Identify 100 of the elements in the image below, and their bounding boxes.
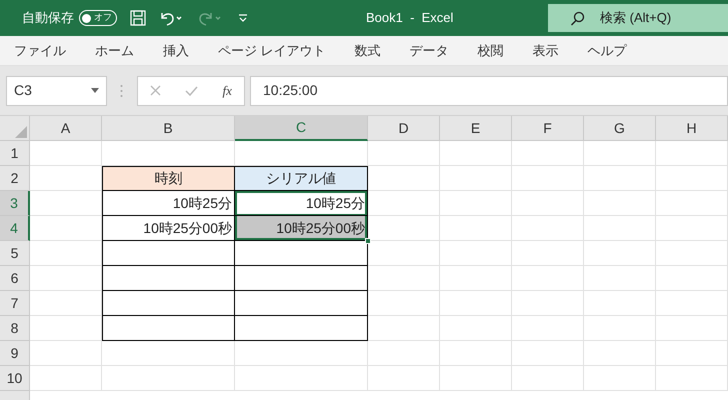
- row-header[interactable]: 4: [0, 216, 30, 241]
- grid-cell[interactable]: [656, 291, 728, 316]
- ribbon-tab[interactable]: ファイル: [14, 40, 66, 60]
- row-header[interactable]: 10: [0, 366, 30, 391]
- table-cell[interactable]: [102, 266, 235, 291]
- grid-cell[interactable]: [440, 241, 512, 266]
- grid-cell[interactable]: [30, 291, 102, 316]
- ribbon-tab[interactable]: ヘルプ: [588, 40, 627, 60]
- grid-cell[interactable]: [512, 191, 584, 216]
- row-header[interactable]: 7: [0, 291, 30, 316]
- grid-cell[interactable]: [368, 291, 440, 316]
- check-icon[interactable]: [185, 86, 198, 96]
- column-header[interactable]: H: [656, 116, 728, 141]
- header-cell[interactable]: 時刻: [102, 166, 235, 191]
- column-header[interactable]: A: [30, 116, 102, 141]
- table-cell[interactable]: 10時25分00秒: [102, 216, 235, 241]
- grid-cell[interactable]: [584, 266, 656, 291]
- grid-cell[interactable]: [656, 366, 728, 391]
- table-cell[interactable]: [102, 316, 235, 341]
- grid-cell[interactable]: [440, 141, 512, 166]
- grid-cell[interactable]: [440, 366, 512, 391]
- table-cell[interactable]: [235, 241, 368, 266]
- grid-cell[interactable]: [584, 366, 656, 391]
- grid-cell[interactable]: [584, 316, 656, 341]
- table-cell[interactable]: 10時25分: [102, 191, 235, 216]
- table-cell[interactable]: [235, 291, 368, 316]
- name-box[interactable]: C3: [6, 76, 107, 106]
- grid-cell[interactable]: [656, 216, 728, 241]
- grid-cell[interactable]: [512, 166, 584, 191]
- insert-function-button[interactable]: fx: [222, 80, 232, 100]
- grid-cell[interactable]: [656, 166, 728, 191]
- grid-cell[interactable]: [440, 341, 512, 366]
- grid-cell[interactable]: [235, 341, 368, 366]
- grid-cell[interactable]: [512, 341, 584, 366]
- grid-cell[interactable]: [368, 216, 440, 241]
- grid-cell[interactable]: [512, 316, 584, 341]
- select-all-corner[interactable]: [0, 116, 30, 141]
- column-header[interactable]: F: [512, 116, 584, 141]
- autosave-toggle[interactable]: オフ: [79, 10, 117, 26]
- grid-cell[interactable]: [235, 141, 368, 166]
- grid-cell[interactable]: [584, 341, 656, 366]
- grid-cell[interactable]: [30, 241, 102, 266]
- grid-cell[interactable]: [30, 366, 102, 391]
- ribbon-tab[interactable]: ページ レイアウト: [218, 40, 326, 60]
- grid-cell[interactable]: [440, 216, 512, 241]
- table-cell[interactable]: 10時25分: [235, 191, 368, 216]
- row-header[interactable]: 1: [0, 141, 30, 166]
- ribbon-tab[interactable]: 校閲: [478, 40, 504, 60]
- ribbon-tab[interactable]: ホーム: [95, 40, 134, 60]
- grid-cell[interactable]: [584, 141, 656, 166]
- undo-icon[interactable]: [159, 10, 183, 26]
- row-header[interactable]: 6: [0, 266, 30, 291]
- grid-cell[interactable]: [512, 241, 584, 266]
- ribbon-tab[interactable]: データ: [410, 40, 449, 60]
- ribbon-tab[interactable]: 数式: [354, 40, 381, 60]
- search-field[interactable]: 検索 (Alt+Q): [548, 4, 728, 32]
- column-header[interactable]: B: [102, 116, 235, 141]
- table-cell[interactable]: [102, 241, 235, 266]
- drag-handle-icon[interactable]: [120, 84, 123, 98]
- grid-cell[interactable]: [102, 341, 235, 366]
- grid-cell[interactable]: [30, 141, 102, 166]
- table-cell[interactable]: [235, 316, 368, 341]
- ribbon-tab[interactable]: 挿入: [163, 40, 189, 60]
- grid-cell[interactable]: [440, 166, 512, 191]
- column-header[interactable]: G: [584, 116, 656, 141]
- grid-cell[interactable]: [656, 241, 728, 266]
- grid-cell[interactable]: [656, 341, 728, 366]
- grid-cell[interactable]: [368, 366, 440, 391]
- grid-cell[interactable]: [512, 266, 584, 291]
- grid-cell[interactable]: [368, 191, 440, 216]
- grid-cell[interactable]: [512, 141, 584, 166]
- grid-cell[interactable]: [102, 366, 235, 391]
- grid-cell[interactable]: [584, 166, 656, 191]
- ribbon-tab[interactable]: 表示: [532, 40, 559, 60]
- grid-cell[interactable]: [512, 291, 584, 316]
- grid-cell[interactable]: [368, 266, 440, 291]
- grid-cell[interactable]: [30, 341, 102, 366]
- cancel-icon[interactable]: [150, 85, 162, 96]
- grid-cell[interactable]: [102, 141, 235, 166]
- grid-cell[interactable]: [368, 241, 440, 266]
- column-header[interactable]: E: [440, 116, 512, 141]
- grid-cell[interactable]: [368, 166, 440, 191]
- grid-cell[interactable]: [440, 266, 512, 291]
- row-header[interactable]: 9: [0, 341, 30, 366]
- formula-field[interactable]: 10:25:00: [250, 76, 728, 106]
- grid-cell[interactable]: [235, 366, 368, 391]
- grid-cell[interactable]: [368, 316, 440, 341]
- row-header[interactable]: 5: [0, 241, 30, 266]
- grid-cell[interactable]: [440, 191, 512, 216]
- grid-cell[interactable]: [30, 191, 102, 216]
- grid-cell[interactable]: [584, 241, 656, 266]
- grid-cell[interactable]: [656, 316, 728, 341]
- grid-cell[interactable]: [656, 141, 728, 166]
- grid-cell[interactable]: [656, 266, 728, 291]
- column-header[interactable]: C: [235, 116, 368, 141]
- grid-cell[interactable]: [584, 216, 656, 241]
- grid-cell[interactable]: [656, 191, 728, 216]
- grid-cell[interactable]: [440, 316, 512, 341]
- grid-cell[interactable]: [30, 266, 102, 291]
- column-header[interactable]: D: [368, 116, 440, 141]
